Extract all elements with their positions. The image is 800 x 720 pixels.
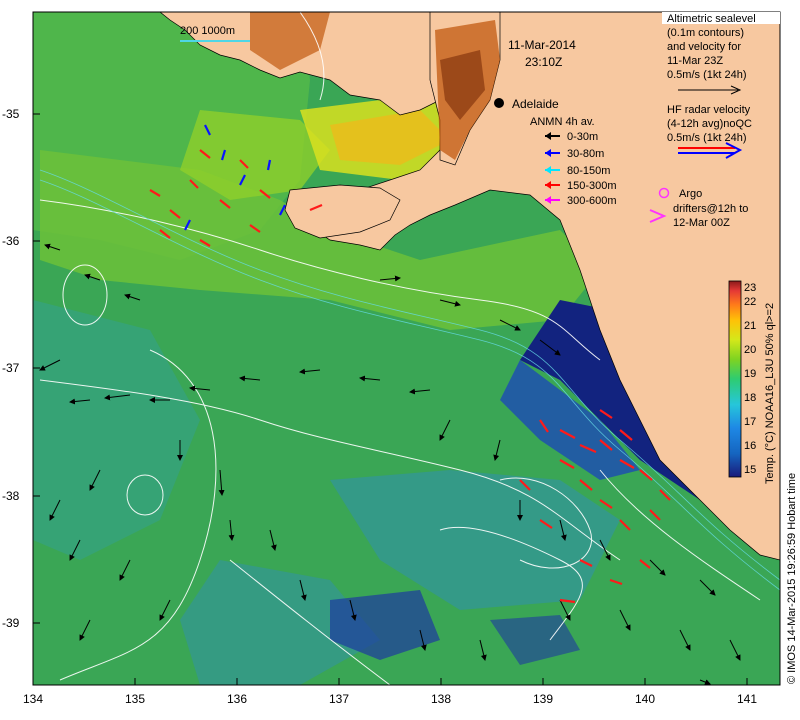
colorbar-tick: 18	[744, 392, 756, 404]
y-tick-label: -39	[2, 616, 20, 630]
hf-legend-line: 0.5m/s (1kt 24h)	[667, 132, 746, 144]
colorbar-label: Temp. (°C) NOAA16_L3U 50% ql>=2	[764, 303, 776, 484]
sst-map-figure: -35 -36 -37 -38 -39 134 135 136 137 138 …	[2, 11, 798, 706]
anmn-legend-label: 30-80m	[567, 148, 604, 160]
hf-legend-line: HF radar velocity	[667, 104, 751, 116]
anmn-legend-label: 300-600m	[567, 195, 617, 207]
y-tick-label: -37	[2, 361, 20, 375]
x-tick-label: 136	[227, 692, 247, 706]
y-tick-label: -38	[2, 489, 20, 503]
colorbar-tick: 20	[744, 344, 756, 356]
anmn-legend-label: 0-30m	[567, 131, 598, 143]
colorbar-tick: 22	[744, 296, 756, 308]
hf-legend-line: (4-12h avg)noQC	[667, 118, 752, 130]
colorbar-tick: 19	[744, 368, 756, 380]
adelaide-marker	[494, 98, 504, 108]
x-axis-labels: 134 135 136 137 138 139 140 141	[23, 692, 757, 706]
credit-text: © IMOS 14-Mar-2015 19:26:59 Hobart time	[786, 473, 798, 684]
adelaide-label: Adelaide	[512, 97, 559, 111]
colorbar-tick: 16	[744, 440, 756, 452]
x-tick-label: 134	[23, 692, 43, 706]
anmn-legend-title: ANMN 4h av.	[530, 116, 595, 128]
sealevel-legend-line: and velocity for	[667, 41, 741, 53]
time-label: 23:10Z	[525, 55, 562, 69]
colorbar-tick: 15	[744, 464, 756, 476]
y-tick-label: -35	[2, 107, 20, 121]
x-tick-label: 135	[125, 692, 145, 706]
sealevel-legend-line: (0.1m contours)	[667, 27, 744, 39]
x-tick-label: 140	[635, 692, 655, 706]
x-tick-label: 137	[329, 692, 349, 706]
argo-legend-line: 12-Mar 00Z	[673, 217, 730, 229]
sealevel-legend-line: 0.5m/s (1kt 24h)	[667, 69, 746, 81]
anmn-legend-label: 80-150m	[567, 165, 610, 177]
argo-legend-line: Argo	[679, 188, 702, 200]
x-tick-label: 139	[533, 692, 553, 706]
sealevel-legend-line: Altimetric sealevel	[667, 13, 756, 25]
anmn-legend-label: 150-300m	[567, 180, 617, 192]
scale-bar-label: 200 1000m	[180, 25, 235, 37]
colorbar-tick: 23	[744, 282, 756, 294]
colorbar-tick: 21	[744, 320, 756, 332]
x-tick-label: 141	[737, 692, 757, 706]
x-tick-label: 138	[431, 692, 451, 706]
date-label: 11-Mar-2014	[508, 38, 576, 52]
y-tick-label: -36	[2, 234, 20, 248]
sealevel-legend-line: 11-Mar 23Z	[667, 55, 723, 67]
argo-legend-line: drifters@12h to	[673, 203, 748, 215]
colorbar-tick: 17	[744, 416, 756, 428]
y-axis-labels: -35 -36 -37 -38 -39	[2, 107, 20, 630]
colorbar-gradient	[728, 280, 742, 478]
